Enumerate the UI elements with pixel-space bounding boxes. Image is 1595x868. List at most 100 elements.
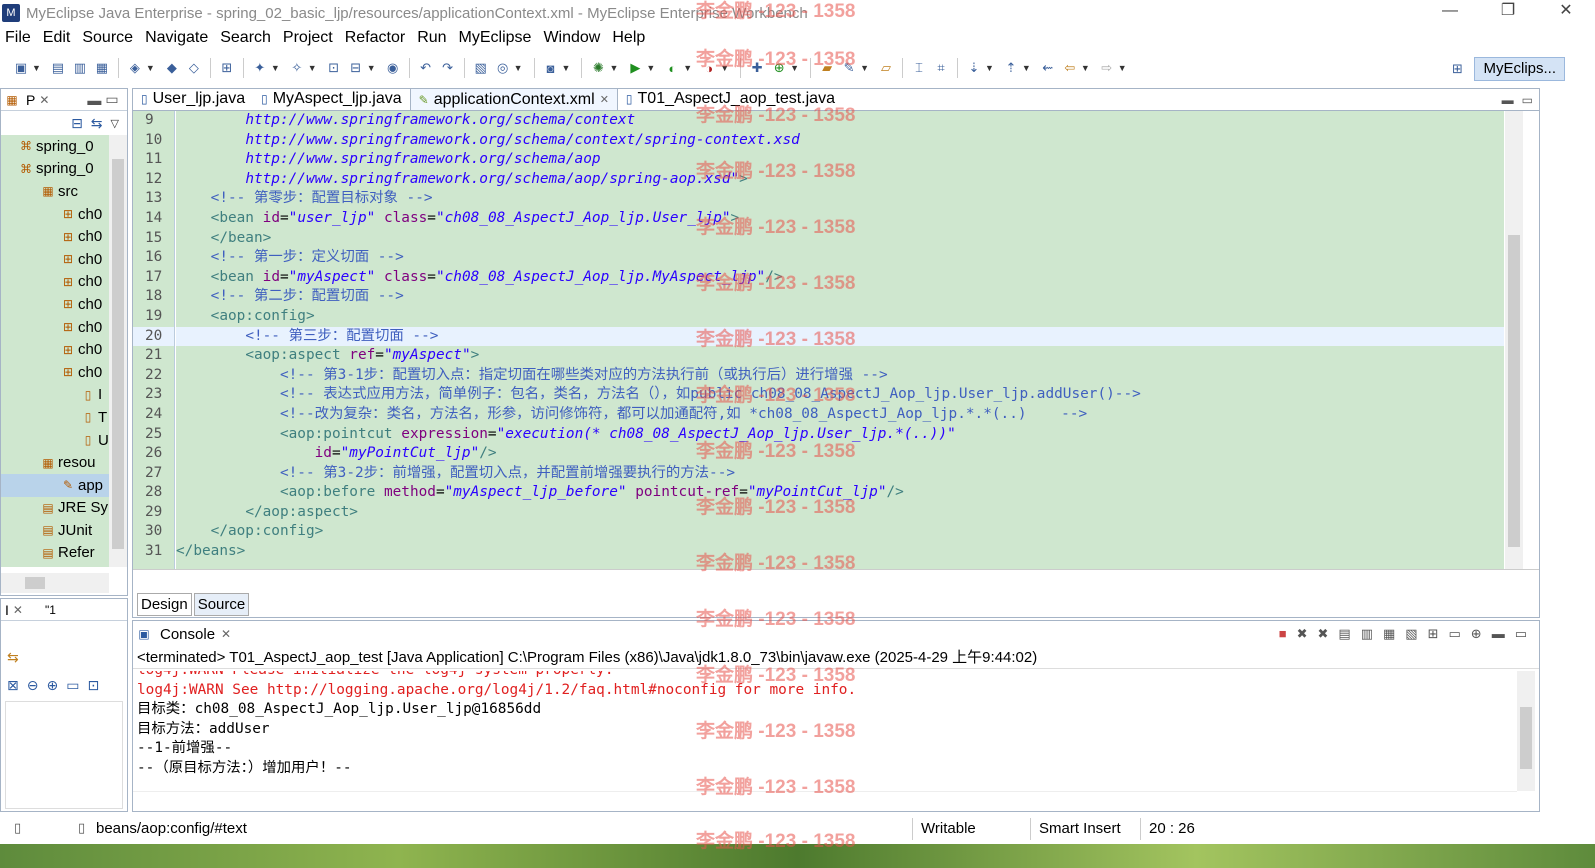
- save-icon[interactable]: ▤: [50, 60, 66, 76]
- console-tab[interactable]: Console: [160, 626, 215, 643]
- tree-item[interactable]: ⊞ ch0: [1, 225, 109, 248]
- code-line[interactable]: http://www.springframework.org/schema/co…: [176, 131, 1504, 151]
- code-line[interactable]: <aop:config>: [176, 307, 1504, 327]
- editor-horizontal-scrollbar[interactable]: [133, 569, 1539, 591]
- back-dropdown-icon[interactable]: ▼: [1081, 63, 1090, 73]
- menu-source[interactable]: Source: [77, 29, 140, 47]
- xml-code-view[interactable]: http://www.springframework.org/schema/co…: [176, 111, 1504, 569]
- close-button[interactable]: ✕: [1537, 0, 1595, 24]
- code-line[interactable]: <!-- 第3-2步：前增强，配置切入点，并配置前增强要执行的方法-->: [176, 464, 1504, 484]
- console-scroll-thumb[interactable]: [1520, 707, 1532, 769]
- forward-dropdown-icon[interactable]: ▼: [1118, 63, 1127, 73]
- next-annotation-dropdown-icon[interactable]: ▼: [985, 63, 994, 73]
- close-icon[interactable]: ✕: [39, 93, 49, 107]
- menu-navigate[interactable]: Navigate: [140, 29, 215, 47]
- maximize-view-icon[interactable]: ▭: [1522, 93, 1533, 107]
- folder-icon[interactable]: ▱: [878, 60, 894, 76]
- search-icon[interactable]: ✎: [841, 60, 857, 76]
- package-icon[interactable]: ◆: [164, 60, 180, 76]
- editor-scroll-thumb[interactable]: [1508, 235, 1520, 547]
- deploy-icon[interactable]: ◇: [186, 60, 202, 76]
- prev-annotation-icon[interactable]: ⇡: [1003, 60, 1019, 76]
- tree-item[interactable]: ⊞ ch0: [1, 271, 109, 294]
- close-icon[interactable]: ✕: [221, 627, 231, 641]
- clear-console-icon[interactable]: ▤: [1338, 626, 1350, 642]
- code-line[interactable]: <!-- 第三步：配置切面 -->: [176, 326, 1504, 347]
- package-explorer-tab[interactable]: P: [26, 92, 35, 108]
- toggle-mark-icon[interactable]: ⌶: [911, 60, 927, 76]
- myeclipse-perspective-button[interactable]: MyEclips...: [1474, 57, 1565, 81]
- coverage-icon[interactable]: ◐: [664, 60, 680, 76]
- tree-item[interactable]: ⊞ ch0: [1, 338, 109, 361]
- minimize-view-icon[interactable]: ▬: [1492, 626, 1505, 642]
- scroll-lock-icon[interactable]: ▥: [1361, 626, 1373, 642]
- debug-icon[interactable]: ✺: [590, 60, 606, 76]
- menu-window[interactable]: Window: [538, 29, 607, 47]
- menu-run[interactable]: Run: [412, 29, 453, 47]
- tree-item[interactable]: ▯ T: [1, 406, 109, 429]
- remove-all-icon[interactable]: ✖: [1318, 626, 1329, 642]
- console-output[interactable]: log4j:WARN Please initialize the log4j s…: [137, 671, 1507, 791]
- editor-tab[interactable]: ▯ User_ljp.java: [133, 88, 253, 110]
- zoom-in-icon[interactable]: ⊕: [46, 677, 58, 694]
- menu-refactor[interactable]: Refactor: [340, 29, 412, 47]
- code-line[interactable]: <aop:aspect ref="myAspect">: [176, 346, 1504, 366]
- code-line[interactable]: </bean>: [176, 229, 1504, 249]
- minimize-view-icon[interactable]: ▬: [1502, 93, 1514, 107]
- server-icon[interactable]: ⊞: [219, 60, 235, 76]
- run-dropdown-icon[interactable]: ▼: [646, 63, 655, 73]
- tree-item[interactable]: ✎ app: [1, 473, 109, 497]
- back-icon[interactable]: ⇦: [1062, 60, 1078, 76]
- code-line[interactable]: <bean id="myAspect" class="ch08_08_Aspec…: [176, 268, 1504, 288]
- tree-item[interactable]: ▤ JRE Sy: [1, 497, 109, 520]
- debug-server-icon[interactable]: ✧: [289, 60, 305, 76]
- debug-server-dropdown-icon[interactable]: ▼: [308, 63, 317, 73]
- run-icon[interactable]: ▶: [627, 60, 643, 76]
- zoom-out-icon[interactable]: ⊖: [27, 677, 39, 694]
- open-perspective-icon[interactable]: ⊞: [1449, 61, 1465, 77]
- terminate-icon[interactable]: ■: [1279, 626, 1287, 642]
- menu-search[interactable]: Search: [215, 29, 278, 47]
- prev-annotation-dropdown-icon[interactable]: ▼: [1022, 63, 1031, 73]
- code-line[interactable]: http://www.springframework.org/schema/ao…: [176, 170, 1504, 190]
- console-horizontal-scrollbar[interactable]: [133, 791, 1517, 811]
- show-stdout-icon[interactable]: ▦: [1383, 626, 1395, 642]
- editor-tab[interactable]: ✎ applicationContext.xml ✕: [409, 88, 618, 110]
- link-with-editor-icon[interactable]: ⇆: [91, 115, 103, 132]
- editor-tab[interactable]: ▯ T01_AspectJ_aop_test.java: [618, 88, 843, 110]
- maximize-button[interactable]: ❐: [1479, 0, 1537, 24]
- menu-project[interactable]: Project: [278, 29, 340, 47]
- tree-item[interactable]: ⊞ ch0: [1, 361, 109, 384]
- maximize-view-icon[interactable]: ▭: [105, 91, 118, 108]
- new-class-dropdown-icon[interactable]: ▼: [790, 63, 799, 73]
- code-line[interactable]: http://www.springframework.org/schema/co…: [176, 111, 1504, 131]
- menu-myeclipse[interactable]: MyEclipse: [454, 29, 539, 47]
- open-type-icon[interactable]: ⊡: [326, 60, 342, 76]
- code-line[interactable]: <!--改为复杂：类名，方法名，形参，访问修饰符，都可以加通配符,如 *ch08…: [176, 405, 1504, 425]
- menu-help[interactable]: Help: [607, 29, 652, 47]
- tree-item[interactable]: ▯ I: [1, 384, 109, 407]
- save-all-icon[interactable]: ▥: [72, 60, 88, 76]
- minimize-button[interactable]: —: [1421, 0, 1479, 24]
- forward-history-icon[interactable]: ↷: [440, 60, 456, 76]
- remove-launch-icon[interactable]: ✖: [1297, 626, 1308, 642]
- fit-page-icon[interactable]: ⊡: [87, 677, 99, 694]
- debug-dropdown-icon[interactable]: ▼: [609, 63, 618, 73]
- coverage-dropdown-icon[interactable]: ▼: [683, 63, 692, 73]
- code-line[interactable]: <!-- 第二步：配置切面 -->: [176, 287, 1504, 307]
- tree-item[interactable]: ⊞ ch0: [1, 316, 109, 339]
- new-class-icon[interactable]: ⊕: [771, 60, 787, 76]
- external-tools-dropdown-icon[interactable]: ▼: [720, 63, 729, 73]
- overflow-tab[interactable]: "1: [45, 603, 56, 617]
- close-icon[interactable]: ✕: [600, 93, 609, 106]
- pin-console-icon[interactable]: ⊞: [1428, 626, 1439, 642]
- tree-item[interactable]: ⊞ ch0: [1, 248, 109, 271]
- link-icon[interactable]: ⇆: [7, 649, 19, 666]
- back-history-icon[interactable]: ↶: [418, 60, 434, 76]
- console-vertical-scrollbar[interactable]: [1517, 671, 1535, 791]
- menu-file[interactable]: File: [0, 29, 38, 47]
- tree-item[interactable]: ▦ resou: [1, 451, 109, 474]
- search-dropdown-icon[interactable]: ▼: [860, 63, 869, 73]
- new-wizard-icon[interactable]: ◈: [127, 60, 143, 76]
- run-server-icon[interactable]: ✦: [252, 60, 268, 76]
